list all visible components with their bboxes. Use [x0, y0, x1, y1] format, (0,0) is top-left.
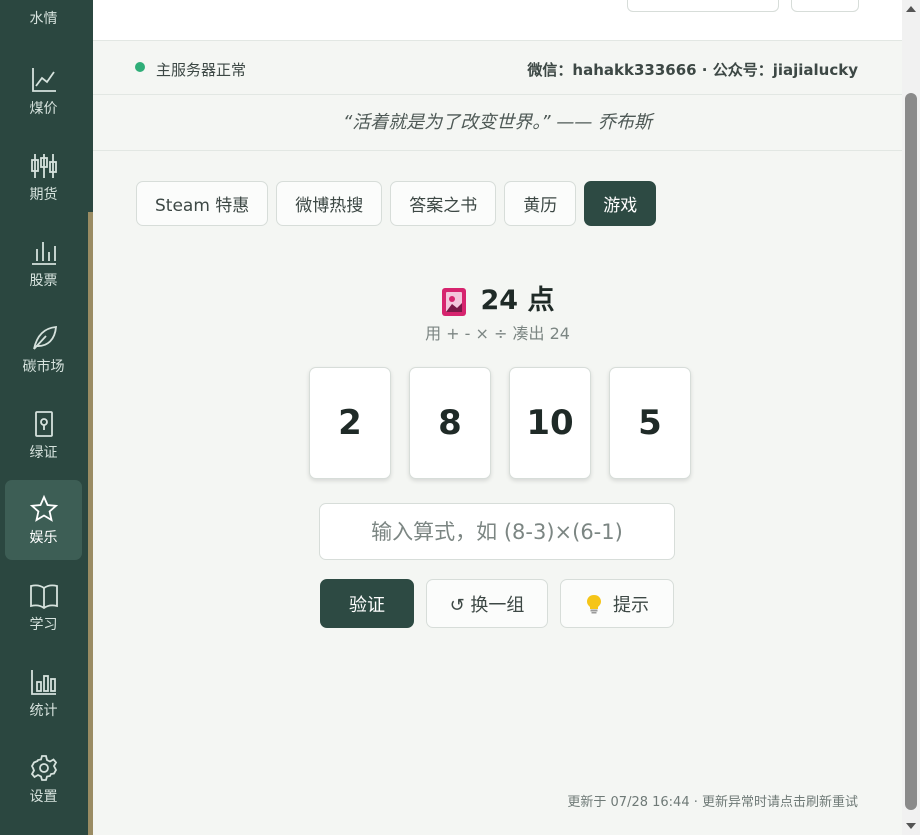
sidebar-item-label: 绿证: [29, 445, 58, 461]
sidebar-item-label: 碳市场: [22, 359, 65, 375]
candlestick-icon: [30, 154, 57, 178]
top-bar: [93, 0, 902, 41]
hint-label: 提示: [613, 594, 649, 616]
sidebar-item-label: 娱乐: [29, 530, 58, 546]
sidebar-item-learning[interactable]: 学习: [5, 567, 82, 647]
sidebar-item-label: 煤价: [29, 101, 58, 117]
lightbulb-icon: [587, 594, 601, 613]
book-icon: [29, 584, 58, 610]
top-bar-button[interactable]: [627, 0, 779, 12]
shuffle-button[interactable]: ↺ 换一组: [426, 579, 548, 628]
hint-button[interactable]: 提示: [560, 579, 674, 628]
sidebar-item-carbon[interactable]: 碳市场: [5, 309, 82, 389]
sidebar-item-label: 统计: [29, 703, 58, 719]
number-card[interactable]: 5: [609, 367, 691, 479]
sidebar-item-futures[interactable]: 期货: [5, 137, 82, 217]
sidebar: 水情 煤价 期货 股票 碳市场 绿证 娱乐 学习 统计 设置: [0, 0, 93, 835]
verify-button[interactable]: 验证: [320, 579, 414, 628]
sidebar-item-label: 期货: [29, 187, 58, 203]
server-status-text: 主服务器正常: [156, 61, 247, 79]
main-content: 主服务器正常 微信：hahakk333666 · 公众号：jiajialucky…: [93, 0, 902, 835]
leaf-icon: [32, 326, 57, 350]
contact-info: 微信：hahakk333666 · 公众号：jiajialucky: [527, 61, 858, 79]
game-actions: 验证 ↺ 换一组 提示: [320, 579, 674, 628]
top-bar-button[interactable]: [791, 0, 859, 12]
sidebar-item-green-cert[interactable]: 绿证: [5, 395, 82, 475]
scroll-thumb[interactable]: [905, 93, 917, 810]
server-status-dot: [135, 62, 145, 72]
gear-icon: [30, 755, 57, 781]
sidebar-item-shuiqing[interactable]: 水情: [5, 8, 82, 28]
sidebar-item-coal-price[interactable]: 煤价: [5, 51, 82, 131]
number-card[interactable]: 2: [309, 367, 391, 479]
bar-chart-icon: [31, 242, 56, 265]
daily-quote: “活着就是为了改变世界。” —— 乔布斯: [93, 95, 902, 151]
tab-games[interactable]: 游戏: [584, 181, 657, 226]
sidebar-item-statistics[interactable]: 统计: [5, 653, 82, 733]
page-scrollbar[interactable]: [902, 0, 920, 835]
tab-weibo-hot[interactable]: 微博热搜: [276, 181, 383, 226]
game-subtitle: 用 + - × ÷ 凑出 24: [425, 324, 570, 343]
update-footer[interactable]: 更新于 07/28 16:44 · 更新异常时请点击刷新重试: [567, 791, 858, 810]
scroll-down-arrow[interactable]: [906, 823, 916, 829]
number-card[interactable]: 10: [509, 367, 591, 479]
game-title: 24 点: [93, 278, 902, 317]
certificate-icon: [34, 411, 53, 437]
star-icon: [29, 494, 58, 522]
line-chart-icon: [31, 68, 56, 92]
sidebar-item-stocks[interactable]: 股票: [5, 223, 82, 303]
sidebar-item-label: 设置: [29, 789, 58, 805]
stats-icon: [30, 670, 56, 695]
status-bar: 主服务器正常 微信：hahakk333666 · 公众号：jiajialucky: [93, 41, 902, 95]
playing-card-icon: [441, 287, 466, 316]
scroll-up-arrow[interactable]: [906, 6, 916, 12]
tab-bar: Steam 特惠 微博热搜 答案之书 黄历 游戏: [136, 181, 657, 226]
sidebar-item-entertainment[interactable]: 娱乐: [5, 480, 82, 560]
expression-input[interactable]: [319, 503, 675, 560]
sidebar-item-label: 学习: [29, 617, 58, 633]
number-cards: 2 8 10 5: [309, 367, 691, 479]
sidebar-item-settings[interactable]: 设置: [5, 739, 82, 819]
tab-steam[interactable]: Steam 特惠: [136, 181, 269, 226]
tab-answer-book[interactable]: 答案之书: [390, 181, 497, 226]
number-card[interactable]: 8: [409, 367, 491, 479]
game-title-text: 24 点: [480, 285, 555, 316]
tab-almanac[interactable]: 黄历: [504, 181, 577, 226]
sidebar-item-label: 股票: [29, 273, 58, 289]
